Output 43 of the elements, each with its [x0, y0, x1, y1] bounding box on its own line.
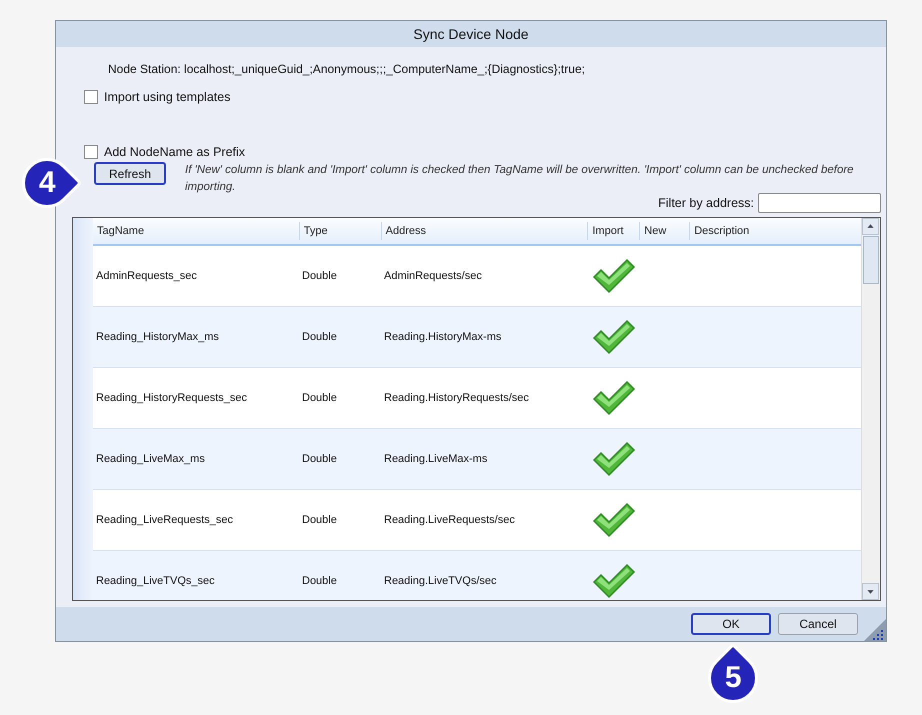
checkbox-label[interactable]: Add NodeName as Prefix [104, 145, 246, 159]
checkbox[interactable] [84, 145, 98, 159]
column-header[interactable]: Type [298, 222, 381, 240]
scroll-bar[interactable] [861, 218, 880, 600]
table-cell-text: Double [301, 575, 338, 587]
table-cell-text: Reading_LiveTVQs_sec [95, 575, 216, 587]
table-cell-text: Reading_HistoryMax_ms [95, 331, 220, 343]
table-cell-text: Double [301, 453, 338, 465]
table-cell-text: Reading.LiveTVQs/sec [383, 575, 498, 587]
check-mark-icon[interactable] [592, 258, 636, 294]
table-cell-text: Reading_LiveRequests_sec [95, 514, 234, 526]
node-station-text: Node Station: localhost;_uniqueGuid_;Anonymous;;;_ComputerName_;{Diagnostics};true; [108, 62, 586, 77]
table-cell-text: AdminRequests/sec [383, 270, 483, 282]
column-header[interactable]: Import [587, 222, 640, 240]
ok-button[interactable]: OK [691, 613, 771, 635]
table-cell-text: AdminRequests_sec [95, 270, 198, 282]
table-cell-text: Reading.HistoryMax-ms [383, 331, 502, 343]
table-cell-text: Reading_HistoryRequests_sec [95, 392, 248, 404]
checkbox-label[interactable]: Import using templates [104, 90, 230, 104]
table-cell-text: Double [301, 514, 338, 526]
checkbox[interactable] [84, 90, 98, 104]
check-mark-icon[interactable] [592, 502, 636, 538]
table-cell-text: Reading.LiveRequests/sec [383, 514, 516, 526]
table-cell-text: Reading_LiveMax_ms [95, 453, 206, 465]
filter-field[interactable] [758, 193, 881, 213]
filter-label: Filter by address: [658, 196, 754, 210]
check-mark-icon[interactable] [592, 380, 636, 416]
table-cell-text: Reading.LiveMax-ms [383, 453, 488, 465]
column-header[interactable]: New [639, 222, 690, 240]
check-mark-icon[interactable] [592, 441, 636, 477]
column-header[interactable]: TagName [93, 222, 299, 240]
table-cell-text: Reading.HistoryRequests/sec [383, 392, 530, 404]
column-header[interactable]: Address [380, 222, 588, 240]
check-mark-icon[interactable] [592, 563, 636, 599]
resize-grip-icon[interactable] [864, 619, 886, 641]
note-text: If 'New' column is blank and 'Import' column is checked then TagName will be overwritten. 'Import' column can be unchecked before importing. [185, 163, 855, 195]
window-title: Sync Device Node [413, 26, 529, 42]
cancel-button[interactable]: Cancel [778, 613, 858, 635]
table-cell-text: Double [301, 270, 338, 282]
table-cell-text: Double [301, 392, 338, 404]
refresh-button[interactable]: Refresh [94, 162, 166, 185]
table-cell-text: Double [301, 331, 338, 343]
check-mark-icon[interactable] [592, 319, 636, 355]
